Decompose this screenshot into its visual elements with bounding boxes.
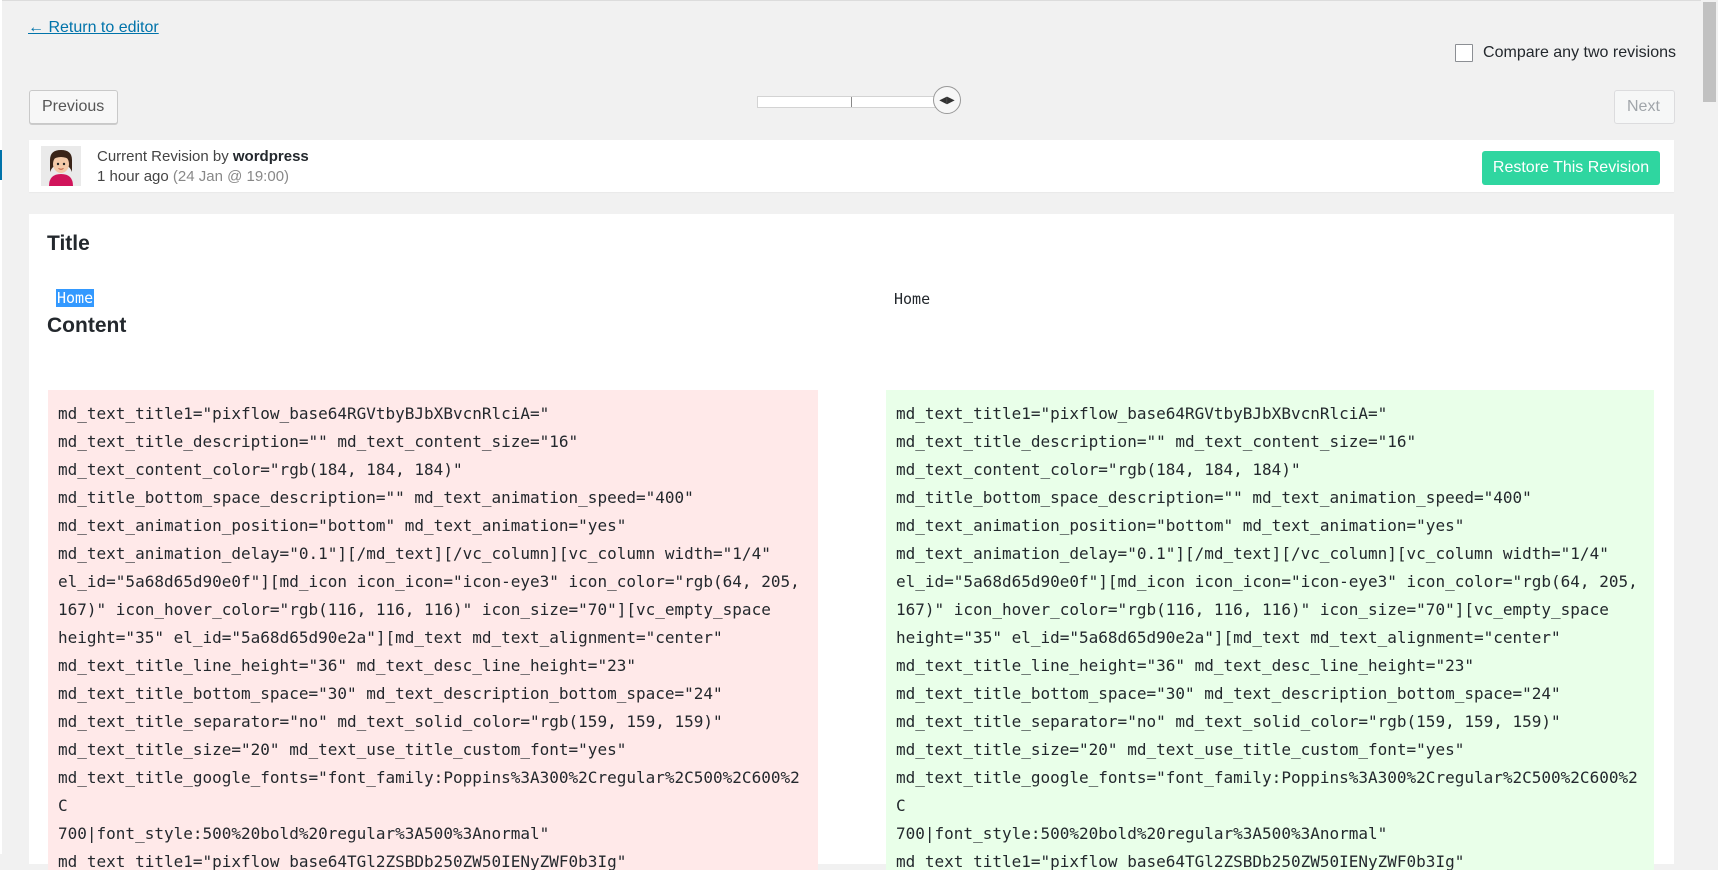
page-scrollbar[interactable] bbox=[1701, 0, 1718, 854]
left-edge-accent bbox=[0, 150, 2, 180]
diff-panel: Title Home Home Content md_text_title1="… bbox=[29, 214, 1674, 870]
author-avatar bbox=[41, 146, 81, 186]
slider-handle[interactable]: ◀▶ bbox=[933, 86, 961, 114]
top-border bbox=[0, 0, 1718, 1]
revision-slider[interactable]: ◀▶ bbox=[757, 86, 961, 114]
previous-button[interactable]: Previous bbox=[29, 90, 118, 124]
left-edge bbox=[0, 0, 2, 854]
title-old-value: Home bbox=[56, 289, 95, 307]
scrollbar-thumb[interactable] bbox=[1703, 2, 1716, 102]
revision-prefix: Current Revision by bbox=[97, 148, 233, 165]
compare-label: Compare any two revisions bbox=[1483, 44, 1676, 61]
return-to-editor-link[interactable]: ← Return to editor bbox=[28, 19, 159, 37]
content-section-heading: Content bbox=[47, 314, 127, 337]
title-section-heading: Title bbox=[47, 232, 90, 255]
arrows-icon: ◀▶ bbox=[939, 94, 955, 106]
content-old-value: md_text_title1="pixflow_base64RGVtbyBJbX… bbox=[48, 390, 818, 870]
content-new-value: md_text_title1="pixflow_base64RGVtbyBJbX… bbox=[886, 390, 1654, 870]
restore-revision-button[interactable]: Restore This Revision bbox=[1482, 151, 1660, 185]
revision-header: Current Revision by wordpress 1 hour ago… bbox=[29, 140, 1674, 192]
revision-time-ago: 1 hour ago bbox=[97, 168, 169, 185]
revision-date: (24 Jan @ 19:00) bbox=[172, 168, 290, 185]
revision-author: wordpress bbox=[232, 148, 309, 165]
revision-time-line: 1 hour ago (24 Jan @ 19:00) bbox=[97, 167, 309, 187]
slider-tick bbox=[851, 97, 852, 107]
revision-meta: Current Revision by wordpress 1 hour ago… bbox=[97, 147, 309, 187]
compare-checkbox[interactable] bbox=[1455, 44, 1474, 62]
revision-author-line: Current Revision by wordpress bbox=[97, 147, 309, 167]
next-button[interactable]: Next bbox=[1614, 90, 1675, 124]
title-new-value: Home bbox=[894, 290, 931, 308]
compare-revisions-toggle[interactable]: Compare any two revisions bbox=[1455, 44, 1676, 62]
